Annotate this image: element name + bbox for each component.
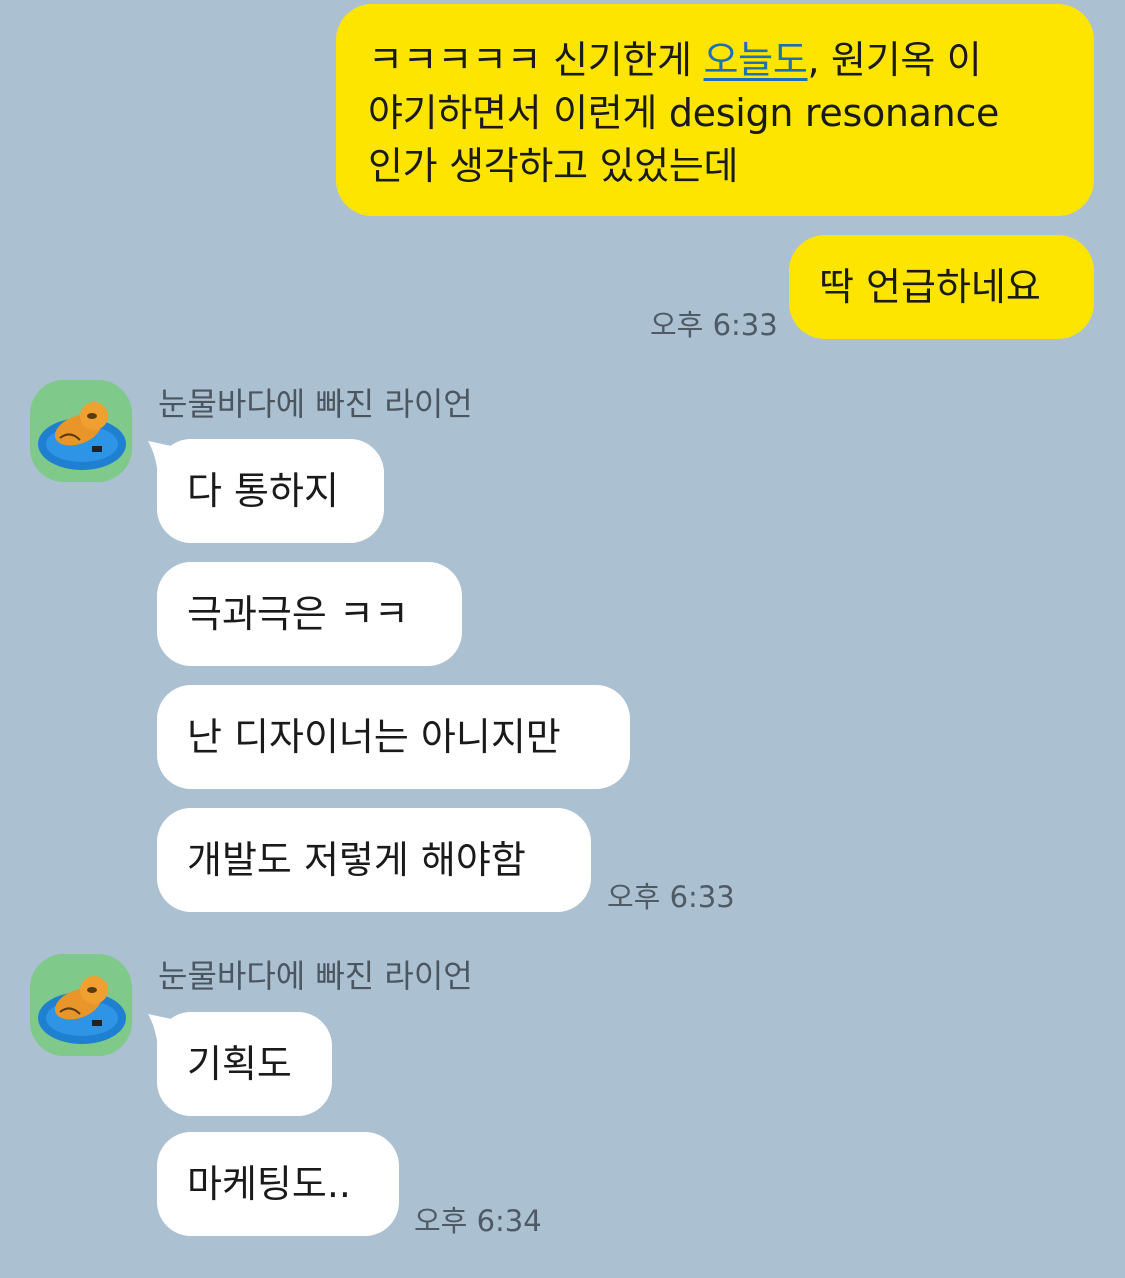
incoming-message-bubble[interactable]: 난 디자이너는 아니지만 bbox=[157, 685, 630, 789]
sender-avatar[interactable] bbox=[30, 954, 132, 1056]
message-text: , 원기옥 이 bbox=[807, 38, 982, 82]
message-text: ㅋㅋㅋㅋㅋ 신기한게 bbox=[368, 38, 704, 82]
sender-name: 눈물바다에 빠진 라이언 bbox=[158, 957, 473, 995]
incoming-message-bubble[interactable]: 극과극은 ㅋㅋ bbox=[157, 562, 462, 666]
message-timestamp: 오후 6:33 bbox=[607, 880, 735, 914]
outgoing-message-bubble[interactable]: ㅋㅋㅋㅋㅋ 신기한게 오늘도, 원기옥 이 야기하면서 이런게 design r… bbox=[336, 4, 1094, 216]
message-line: 인가 생각하고 있었는데 bbox=[368, 144, 739, 188]
incoming-message-bubble[interactable]: 마케팅도.. bbox=[157, 1132, 399, 1236]
incoming-message-bubble[interactable]: 다 통하지 bbox=[157, 439, 384, 543]
message-link[interactable]: 오늘도 bbox=[704, 38, 808, 82]
chat-area: ㅋㅋㅋㅋㅋ 신기한게 오늘도, 원기옥 이 야기하면서 이런게 design r… bbox=[0, 0, 1125, 1278]
ryan-in-tears-sea-avatar-icon bbox=[30, 954, 132, 1056]
sender-avatar[interactable] bbox=[30, 380, 132, 482]
ryan-in-tears-sea-avatar-icon bbox=[30, 380, 132, 482]
outgoing-message-bubble[interactable]: 딱 언급하네요 bbox=[789, 235, 1094, 339]
message-timestamp: 오후 6:33 bbox=[650, 308, 778, 342]
incoming-message-bubble[interactable]: 개발도 저렇게 해야함 bbox=[157, 808, 591, 912]
message-line: 야기하면서 이런게 design resonance bbox=[368, 91, 1000, 135]
sender-name: 눈물바다에 빠진 라이언 bbox=[158, 385, 473, 423]
message-timestamp: 오후 6:34 bbox=[414, 1204, 542, 1238]
message-line: ㅋㅋㅋㅋㅋ 신기한게 오늘도, 원기옥 이 bbox=[368, 34, 1066, 87]
incoming-message-bubble[interactable]: 기획도 bbox=[157, 1012, 332, 1116]
